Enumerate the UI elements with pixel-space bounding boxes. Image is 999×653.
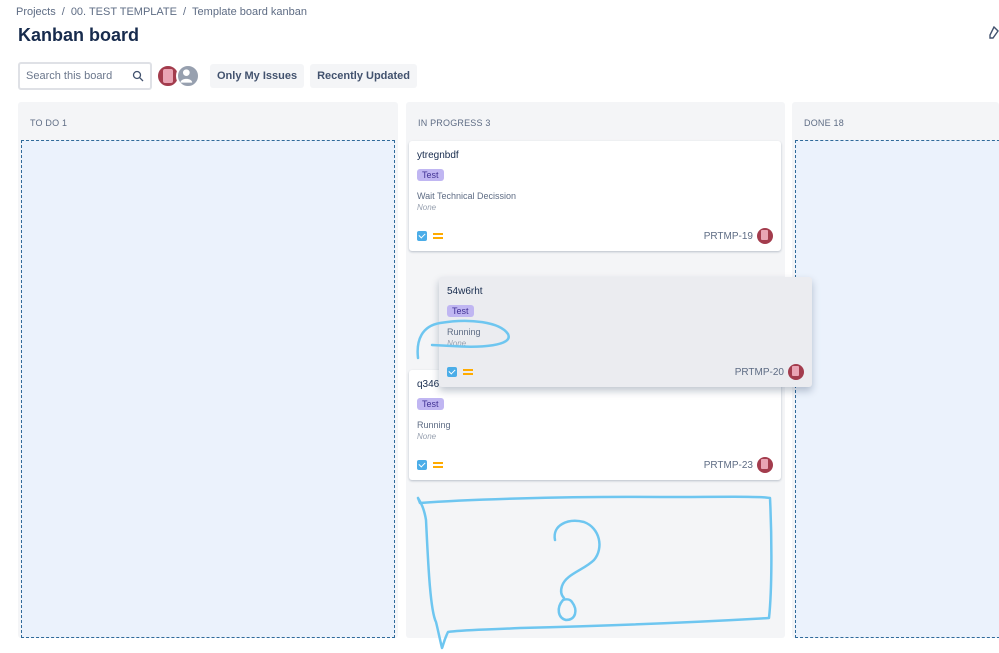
card-field-label: Running: [447, 327, 481, 337]
search-icon: [132, 70, 144, 82]
issue-card-dragging[interactable]: 54w6rht Test Running None PRTMP-20: [439, 277, 812, 387]
card-title: ytregnbdf: [417, 150, 459, 161]
dropzone[interactable]: [795, 140, 999, 638]
assignee-avatar[interactable]: [757, 457, 773, 473]
priority-medium-icon: [463, 369, 473, 375]
recently-updated-button[interactable]: Recently Updated: [310, 64, 418, 88]
dropzone[interactable]: [21, 140, 395, 638]
task-type-icon: [447, 367, 457, 377]
avatar-default[interactable]: [176, 64, 200, 88]
board-toolbar: Only My Issues Recently Updated: [18, 62, 418, 90]
issue-card[interactable]: ytregnbdf Test Wait Technical Decission …: [409, 141, 781, 251]
search-box[interactable]: [18, 62, 152, 90]
card-field-value: None: [417, 432, 437, 441]
task-type-icon: [417, 231, 427, 241]
priority-medium-icon: [433, 233, 443, 239]
issue-key[interactable]: PRTMP-19: [704, 231, 753, 242]
card-field-value: None: [417, 203, 437, 212]
column-header: DONE 18: [804, 118, 844, 128]
card-tag: Test: [447, 305, 474, 317]
card-tag: Test: [417, 169, 444, 181]
breadcrumb: Projects / 00. TEST TEMPLATE / Template …: [16, 6, 307, 18]
card-footer: PRTMP-23: [417, 456, 773, 474]
card-field-label: Wait Technical Decission: [417, 191, 517, 201]
issue-key[interactable]: PRTMP-20: [735, 367, 784, 378]
assignee-avatar[interactable]: [757, 228, 773, 244]
breadcrumb-projects[interactable]: Projects: [16, 6, 56, 18]
feedback-icon[interactable]: [988, 26, 999, 40]
card-field-value: None: [447, 339, 467, 348]
card-footer: PRTMP-19: [417, 227, 773, 245]
priority-medium-icon: [433, 462, 443, 468]
column-done: DONE 18: [792, 102, 999, 638]
column-header: TO DO 1: [30, 118, 68, 128]
column-header: IN PROGRESS 3: [418, 118, 491, 128]
avatar-filters: [156, 64, 200, 88]
breadcrumb-board[interactable]: Template board kanban: [192, 6, 307, 18]
search-input[interactable]: [26, 70, 126, 82]
task-type-icon: [417, 460, 427, 470]
breadcrumb-project[interactable]: 00. TEST TEMPLATE: [71, 6, 177, 18]
card-footer: PRTMP-20: [447, 363, 804, 381]
column-todo: TO DO 1: [18, 102, 398, 638]
breadcrumb-separator: /: [182, 6, 187, 18]
assignee-avatar[interactable]: [788, 364, 804, 380]
issue-key[interactable]: PRTMP-23: [704, 460, 753, 471]
only-my-issues-button[interactable]: Only My Issues: [210, 64, 305, 88]
card-tag: Test: [417, 398, 444, 410]
user-icon: [180, 69, 193, 83]
breadcrumb-separator: /: [61, 6, 65, 18]
page-title: Kanban board: [18, 25, 140, 45]
card-field-label: Running: [417, 420, 451, 430]
card-title: 54w6rht: [447, 286, 483, 297]
